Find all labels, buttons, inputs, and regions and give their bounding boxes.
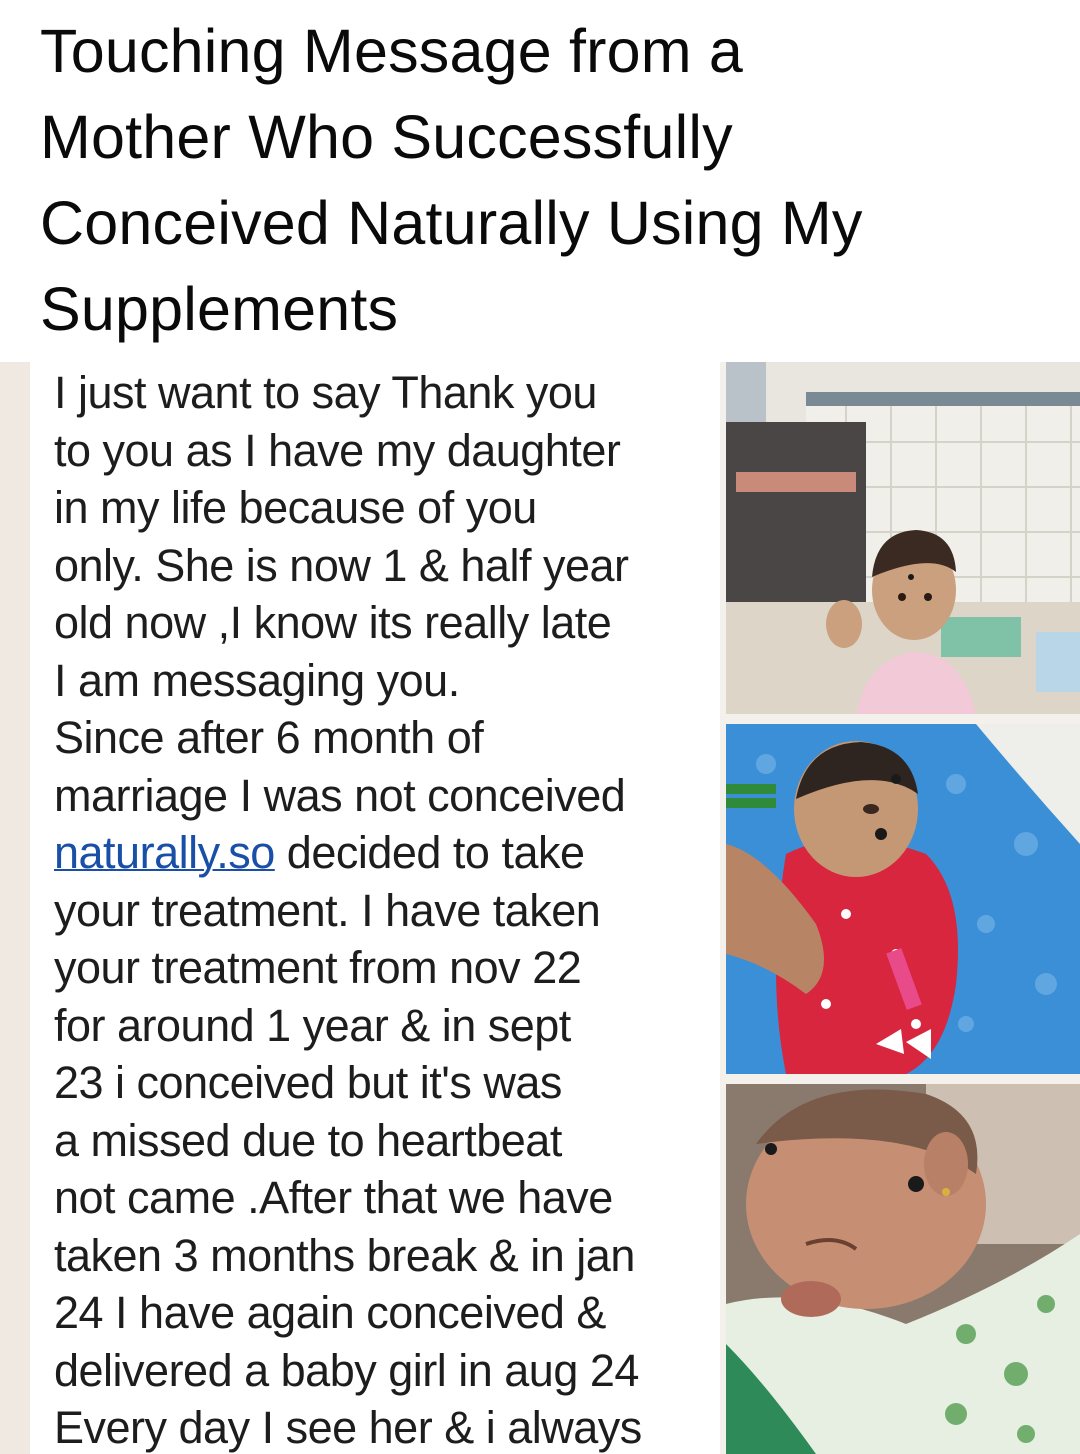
message-line: your treatment from nov 22	[54, 942, 582, 993]
headline-line: Supplements	[40, 275, 399, 343]
message-line: taken 3 months break & in jan	[54, 1229, 635, 1281]
message-line-text: decided to take	[286, 827, 585, 878]
toddler-photo	[726, 362, 1080, 714]
message-line: Since after 6 month of	[54, 712, 484, 763]
message-line: 24 I have again conceived &	[54, 1287, 606, 1338]
headline: Touching Message from a Mother Who Succe…	[40, 8, 1050, 352]
website-link[interactable]: naturally.so	[54, 827, 275, 878]
message-line: in my life because of you	[54, 482, 537, 533]
message-line: not came .After that we have	[54, 1172, 613, 1223]
testimonial-collage: I just want to say Thank you to you as I…	[0, 362, 1080, 1454]
message-line-with-link: naturally.so decided to take	[54, 824, 714, 882]
message-line: for around 1 year & in sept	[54, 999, 571, 1051]
message-line: a missed due to heartbeat	[54, 1114, 562, 1166]
message-line: Every day I see her & i always	[54, 1402, 642, 1453]
background-strip	[0, 362, 30, 1454]
headline-line: Mother Who Successfully	[40, 103, 733, 171]
headline-line: Touching Message from a	[40, 17, 744, 85]
message-screenshot: I just want to say Thank you to you as I…	[30, 362, 720, 1454]
message-line: I just want to say Thank you	[54, 367, 597, 418]
newborn-photo	[726, 1084, 1080, 1454]
message-line: marriage I was not conceived	[54, 769, 626, 821]
message-text: I just want to say Thank you to you as I…	[54, 364, 714, 1454]
message-line: I am messaging you.	[54, 654, 460, 706]
message-line: 23 i conceived but it's was	[54, 1057, 562, 1108]
message-line: to you as I have my daughter	[54, 424, 621, 476]
message-line: delivered a baby girl in aug 24	[54, 1344, 639, 1396]
message-line: only. She is now 1 & half year	[54, 539, 629, 591]
infant-photo	[726, 724, 1080, 1074]
headline-line: Conceived Naturally Using My	[40, 189, 863, 257]
message-line: old now ,I know its really late	[54, 597, 612, 648]
message-line: your treatment. I have taken	[54, 884, 601, 936]
